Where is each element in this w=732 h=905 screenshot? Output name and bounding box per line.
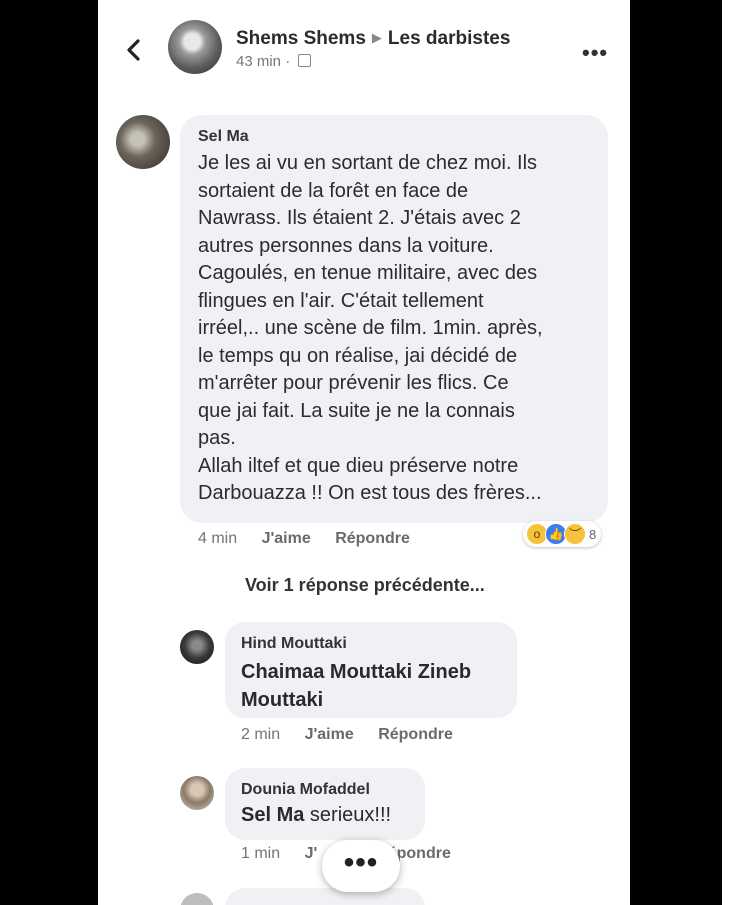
reply-actions: 2 min J'aime Répondre <box>241 726 473 744</box>
author-avatar[interactable] <box>168 20 222 74</box>
right-border <box>630 0 722 905</box>
post-author[interactable]: Shems Shems <box>236 28 366 49</box>
comment-time: 4 min <box>198 530 238 547</box>
meta-separator: · <box>285 53 291 70</box>
reply-bubble <box>225 888 425 905</box>
reply-time: 1 min <box>241 845 281 862</box>
mention-link[interactable]: Sel Ma <box>241 804 304 826</box>
right-edge <box>722 0 732 905</box>
reply-author[interactable]: Dounia Mofaddel <box>241 781 370 799</box>
triangle-right-icon: ▶ <box>371 30 382 45</box>
commenter-avatar[interactable] <box>116 115 170 169</box>
comment-author[interactable]: Sel Ma <box>198 128 249 146</box>
reply-avatar[interactable] <box>180 630 214 664</box>
reply-link[interactable]: Répondre <box>378 726 453 743</box>
reaction-summary[interactable]: o 👍 ︶ 8 <box>523 521 602 547</box>
post-meta: 43 min · <box>236 53 312 70</box>
reply-text-rest: serieux!!! <box>304 804 392 826</box>
group-privacy-icon <box>298 54 312 67</box>
phone-screen: Shems Shems ▶ Les darbistes 43 min · ••• S… <box>98 0 630 905</box>
reply-avatar[interactable] <box>180 776 214 810</box>
more-options-icon[interactable]: ••• <box>582 40 608 66</box>
more-actions-button[interactable]: ••• <box>322 840 400 892</box>
reply-text: Chaimaa Mouttaki Zineb Mouttaki <box>241 661 472 711</box>
reply-avatar[interactable] <box>180 893 214 905</box>
like-link[interactable]: J'aime <box>305 726 354 743</box>
comment-bubble: Sel Ma Je les ai vu en sortant de chez m… <box>180 115 608 523</box>
post-header: Shems Shems ▶ Les darbistes 43 min · ••• <box>98 0 630 100</box>
like-link[interactable]: J' <box>305 845 318 862</box>
comment-text: Je les ai vu en sortant de chez moi. Ils… <box>198 152 543 504</box>
reply-text: Sel Ma serieux!!! <box>241 804 391 827</box>
back-arrow-icon[interactable] <box>120 36 148 64</box>
reply-time: 2 min <box>241 726 281 743</box>
like-link[interactable]: J'aime <box>262 530 311 547</box>
more-horizontal-icon: ••• <box>343 846 379 879</box>
reply-bubble: Dounia Mofaddel Sel Ma serieux!!! <box>225 768 425 840</box>
post-time: 43 min <box>236 53 282 70</box>
view-previous-replies[interactable]: Voir 1 réponse précédente... <box>245 575 485 596</box>
sad-reaction-icon: ︶ <box>564 523 586 545</box>
reaction-count: 8 <box>589 526 597 542</box>
group-name[interactable]: Les darbistes <box>388 28 511 49</box>
reply-link[interactable]: Répondre <box>335 530 410 547</box>
comment-actions: 4 min J'aime Répondre <box>198 530 430 548</box>
reply-author[interactable]: Hind Mouttaki <box>241 635 347 653</box>
reply-bubble: Hind Mouttaki Chaimaa Mouttaki Zineb Mou… <box>225 622 517 718</box>
post-title[interactable]: Shems Shems ▶ Les darbistes <box>236 28 510 50</box>
